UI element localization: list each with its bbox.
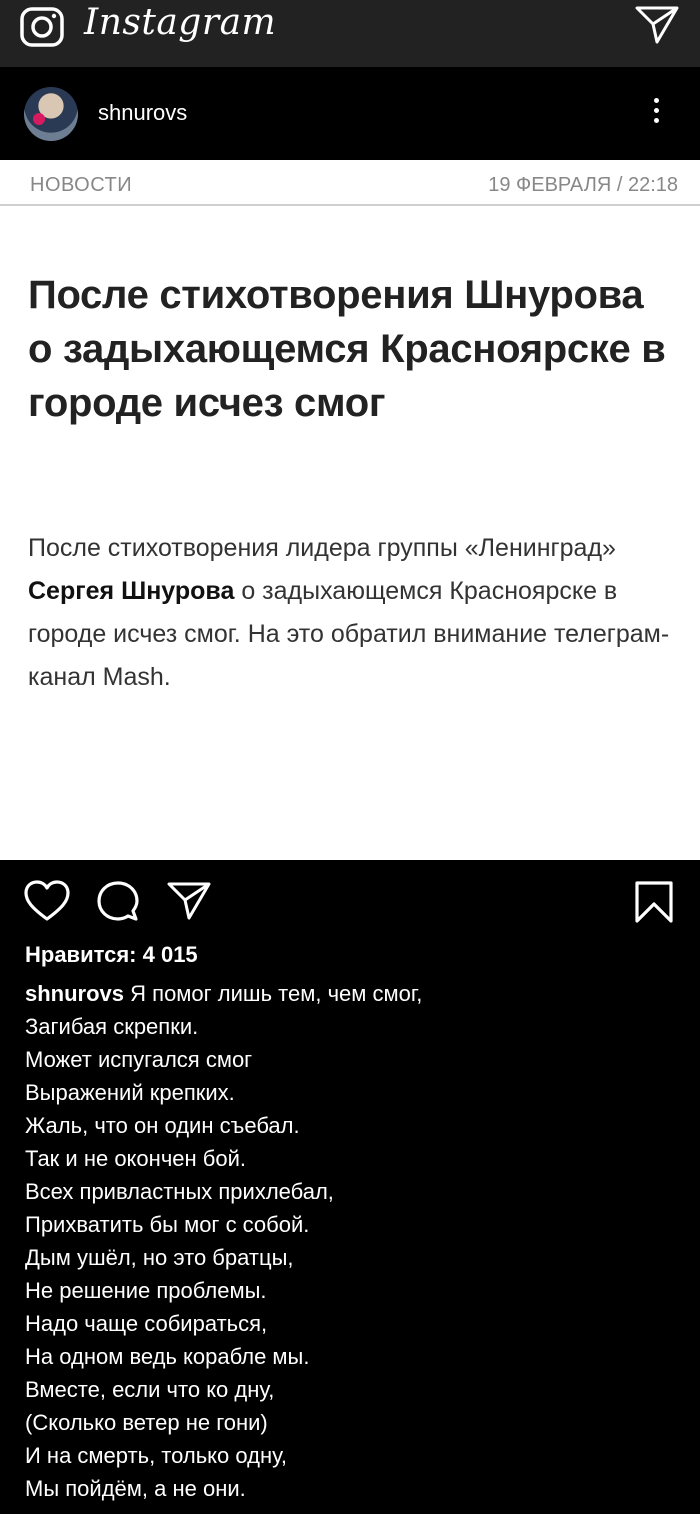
caption-line: Не решение проблемы. (25, 1278, 267, 1303)
like-count[interactable]: Нравится: 4 015 (25, 942, 198, 968)
share-icon[interactable] (166, 880, 212, 927)
caption-line: Загибая скрепки. (25, 1014, 199, 1039)
caption-line: Выражений крепких. (25, 1080, 235, 1105)
paper-plane-icon[interactable] (634, 2, 680, 53)
comment-icon[interactable] (96, 880, 140, 929)
more-vertical-icon[interactable] (644, 98, 668, 128)
news-category: НОВОСТИ (30, 174, 133, 196)
avatar[interactable] (24, 87, 78, 141)
post-image[interactable]: НОВОСТИ 19 ФЕВРАЛЯ / 22:18 После стихотв… (0, 160, 700, 860)
heart-icon[interactable] (24, 880, 70, 927)
caption-line: Мы пойдём, а не они. (25, 1476, 246, 1501)
post-username[interactable]: shnurovs (98, 100, 187, 126)
caption-line: Вместе, если что ко дну, (25, 1377, 275, 1402)
caption: shnurovs Я помог лишь тем, чем смог, Заг… (25, 977, 685, 1505)
lede-bold-name: Сергея Шнурова (28, 577, 235, 605)
news-strip: НОВОСТИ 19 ФЕВРАЛЯ / 22:18 (0, 162, 700, 206)
caption-line: Надо чаще собираться, (25, 1311, 268, 1336)
caption-line: Прихватить бы мог с собой. (25, 1212, 310, 1237)
bookmark-icon[interactable] (634, 880, 674, 929)
caption-author[interactable]: shnurovs (25, 981, 124, 1006)
caption-line: Дым ушёл, но это братцы, (25, 1245, 294, 1270)
news-lede: После стихотворения лидера группы «Ленин… (28, 534, 670, 691)
top-bar: Instagram (0, 0, 700, 67)
caption-line: Так и не окончен бой. (25, 1146, 247, 1171)
instagram-logo[interactable]: Instagram (84, 2, 276, 43)
news-date: 19 ФЕВРАЛЯ / 22:18 (488, 174, 678, 196)
caption-line: На одном ведь корабле мы. (25, 1344, 310, 1369)
camera-icon[interactable] (18, 3, 66, 56)
post-actions (0, 860, 700, 940)
caption-line: (Сколько ветер не гони) (25, 1410, 268, 1435)
caption-first-line: shnurovs Я помог лишь тем, чем смог, (25, 981, 423, 1006)
caption-line: Может испугался смог (25, 1047, 253, 1072)
news-headline: После стихотворения Шнурова о задыхающем… (28, 273, 666, 425)
caption-line: Всех привластных прихлебал, (25, 1179, 334, 1204)
post-header: shnurovs (0, 67, 700, 160)
caption-line: И на смерть, только одну, (25, 1443, 288, 1468)
caption-line: Жаль, что он один съебал. (25, 1113, 300, 1138)
